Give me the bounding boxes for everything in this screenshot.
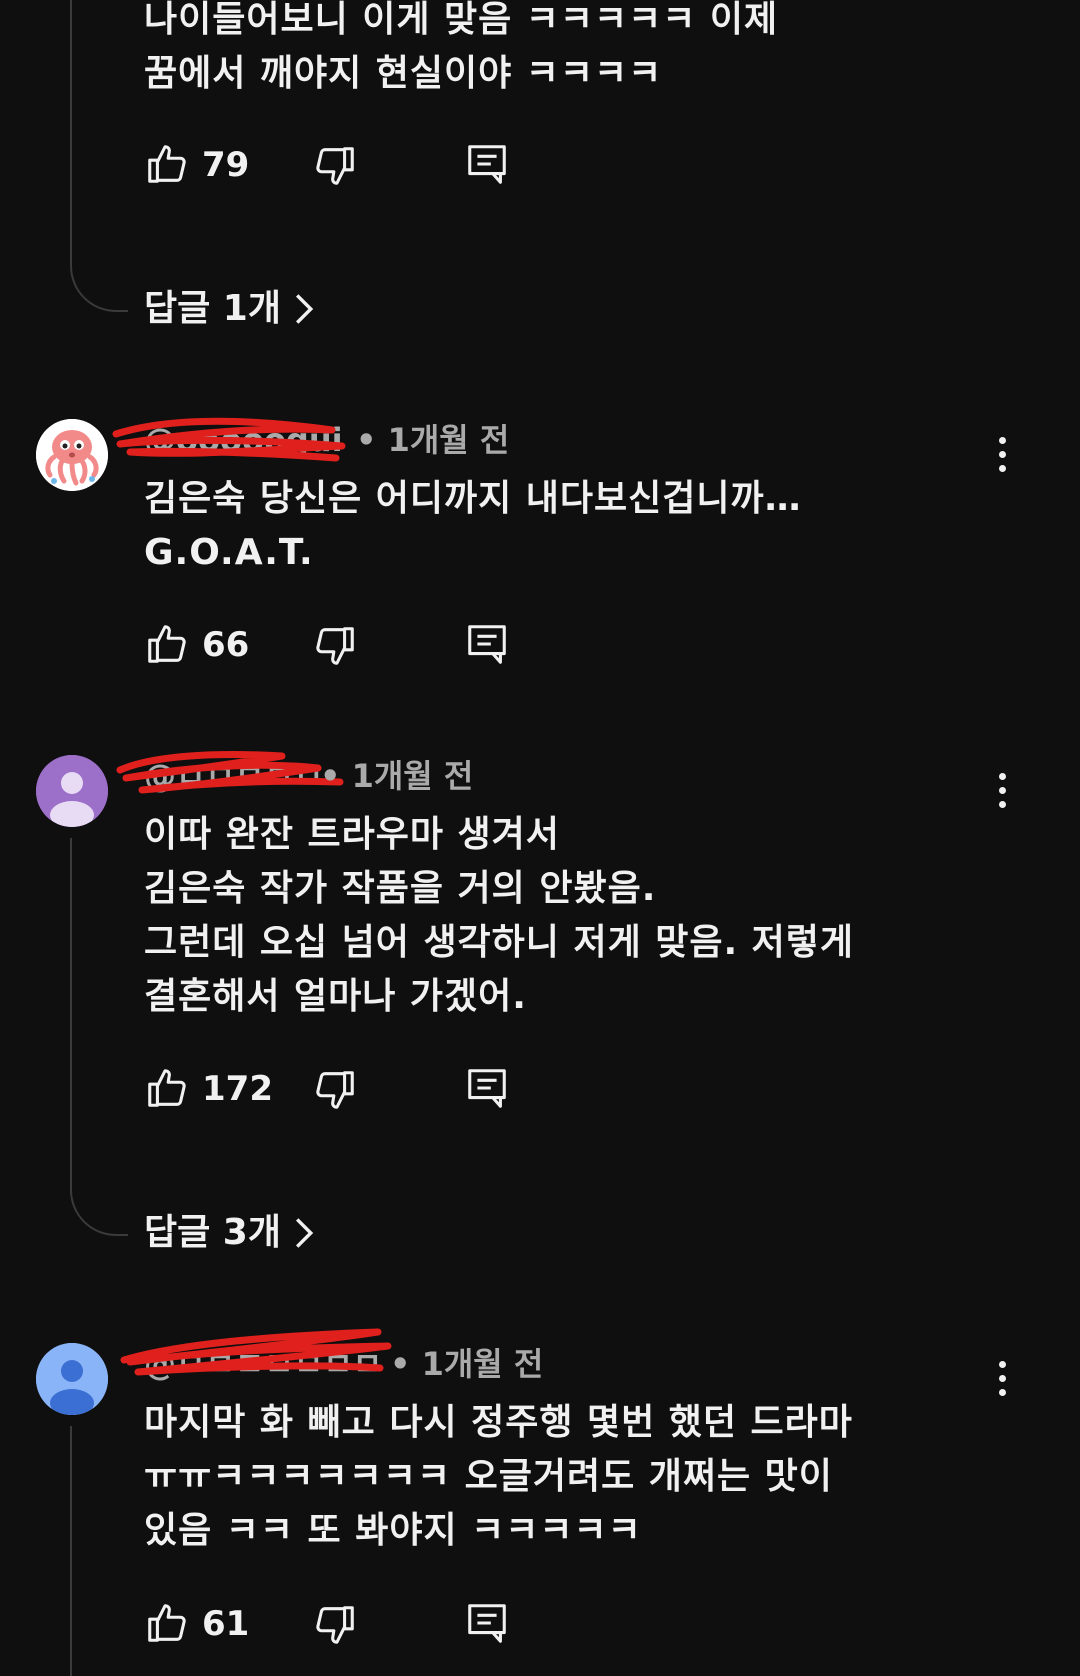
thread-line <box>70 0 72 264</box>
avatar[interactable] <box>36 1343 108 1415</box>
reply-comment-icon[interactable] <box>464 621 510 667</box>
redaction-scribble <box>116 751 344 794</box>
like-count: 172 <box>202 1069 273 1109</box>
comment-timestamp: • 1개월 전 <box>320 757 474 795</box>
like-count: 61 <box>202 1604 250 1644</box>
chevron-right-icon <box>295 294 314 324</box>
thread-curve <box>70 1188 128 1236</box>
more-vertical-icon[interactable] <box>994 435 1010 475</box>
like-count: 66 <box>202 625 250 665</box>
thumbs-down-icon[interactable] <box>312 623 358 669</box>
comment-text: 나이들어보니 이게 맞음 ㅋㅋㅋㅋㅋ 이제 꿈에서 깨야지 현실이야 ㅋㅋㅋㅋ <box>144 0 779 94</box>
more-vertical-icon[interactable] <box>994 1359 1010 1399</box>
thumbs-down-icon[interactable] <box>312 143 358 189</box>
user-silhouette-icon <box>36 1343 108 1415</box>
thumbs-up-icon[interactable] <box>144 1065 190 1111</box>
thumbs-down-icon[interactable] <box>312 1602 358 1648</box>
reply-comment-icon[interactable] <box>464 141 510 187</box>
thumbs-up-icon[interactable] <box>144 1600 190 1646</box>
thread-curve <box>70 264 128 312</box>
thumbs-down-icon[interactable] <box>312 1067 358 1113</box>
avatar[interactable] <box>36 755 108 827</box>
chevron-right-icon <box>295 1218 314 1248</box>
replies-label: 답글 1개 <box>144 288 281 329</box>
view-replies-button[interactable]: 답글 3개 <box>144 1208 315 1258</box>
more-vertical-icon[interactable] <box>994 771 1010 811</box>
redaction-scribble <box>112 417 346 462</box>
view-replies-button[interactable]: 답글 1개 <box>144 284 315 334</box>
avatar[interactable] <box>36 419 108 491</box>
comment-timestamp: • 1개월 전 <box>356 421 510 459</box>
redaction-scribble <box>120 1328 392 1376</box>
comment-text: 김은숙 당신은 어디까지 내다보신겁니까… G.O.A.T. <box>144 478 802 573</box>
replies-label: 답글 3개 <box>144 1212 281 1253</box>
reply-comment-icon[interactable] <box>464 1600 510 1646</box>
octopus-avatar-image <box>36 419 108 491</box>
thumbs-up-icon[interactable] <box>144 621 190 667</box>
user-silhouette-icon <box>36 755 108 827</box>
like-count: 79 <box>202 145 250 185</box>
reply-comment-icon[interactable] <box>464 1065 510 1111</box>
thumbs-up-icon[interactable] <box>144 141 190 187</box>
comment-text: 이따 완잔 트라우마 생겨서 김은숙 작가 작품을 거의 안봤음. 그런데 오십… <box>144 814 855 1017</box>
comment-text: 마지막 화 빼고 다시 정주행 몇번 했던 드라마 ㅠㅠㅋㅋㅋㅋㅋㅋㅋ 오글거려… <box>144 1402 853 1551</box>
comment-timestamp: • 1개월 전 <box>390 1345 544 1383</box>
thread-line <box>70 838 72 1194</box>
thread-line <box>70 1426 72 1676</box>
